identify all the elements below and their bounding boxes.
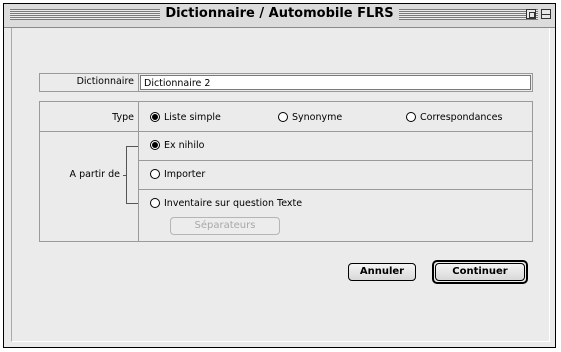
- source-label: A partir de: [69, 169, 120, 180]
- radio-synonyme[interactable]: [278, 112, 288, 122]
- dictionary-name-field[interactable]: Dictionnaire 2: [140, 75, 531, 90]
- options-group: Type Liste simple Synonyme Correspondanc…: [39, 101, 533, 242]
- collapse-box-icon[interactable]: [541, 9, 551, 19]
- radio-correspondances-label[interactable]: Correspondances: [420, 112, 502, 123]
- separators-button[interactable]: Séparateurs: [170, 217, 280, 235]
- radio-ex-nihilo-label[interactable]: Ex nihilo: [164, 140, 204, 151]
- radio-importer[interactable]: [150, 169, 160, 179]
- dictionary-group: Dictionnaire Dictionnaire 2: [39, 73, 533, 92]
- radio-liste-simple[interactable]: [150, 112, 160, 122]
- dialog-window: Dictionnaire / Automobile FLRS Dictionna…: [3, 3, 556, 348]
- zoom-box-icon[interactable]: [526, 9, 536, 19]
- dictionary-label: Dictionnaire: [76, 76, 134, 87]
- radio-synonyme-label[interactable]: Synonyme: [292, 112, 342, 123]
- radio-importer-label[interactable]: Importer: [164, 169, 205, 180]
- continue-button[interactable]: Continuer: [435, 263, 525, 281]
- radio-inventaire-label[interactable]: Inventaire sur question Texte: [164, 198, 302, 209]
- dialog-content: Dictionnaire Dictionnaire 2 Type Liste s…: [11, 28, 550, 342]
- title-bar[interactable]: Dictionnaire / Automobile FLRS: [4, 4, 555, 28]
- cancel-button[interactable]: Annuler: [348, 263, 416, 281]
- radio-ex-nihilo[interactable]: [150, 140, 160, 150]
- continue-button-default-ring[interactable]: Continuer: [432, 260, 528, 284]
- radio-inventaire[interactable]: [150, 198, 160, 208]
- radio-correspondances[interactable]: [406, 112, 416, 122]
- window-title: Dictionnaire / Automobile FLRS: [160, 6, 399, 21]
- source-bracket: [126, 146, 138, 204]
- type-label: Type: [112, 112, 134, 123]
- radio-liste-simple-label[interactable]: Liste simple: [164, 112, 221, 123]
